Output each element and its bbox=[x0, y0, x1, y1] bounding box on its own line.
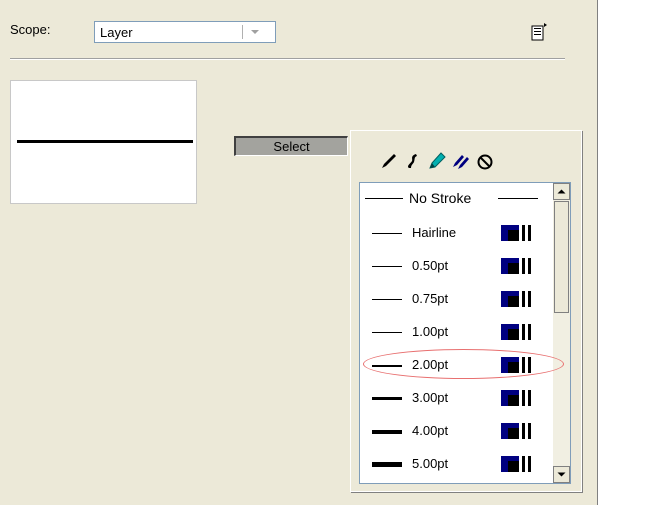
square-tag-icon bbox=[501, 423, 531, 439]
list-item-label: No Stroke bbox=[409, 190, 472, 206]
preview-stroke-line bbox=[17, 140, 193, 143]
scope-value: Layer bbox=[100, 25, 133, 40]
chevron-down-icon bbox=[557, 472, 566, 477]
square-tag-icon bbox=[501, 456, 531, 472]
list-item-label: 5.00pt bbox=[412, 456, 449, 471]
stroke-sample bbox=[372, 266, 402, 267]
panel-options-icon[interactable] bbox=[531, 22, 547, 42]
list-item[interactable]: 4.00pt bbox=[360, 415, 552, 447]
stroke-preview bbox=[10, 80, 197, 204]
list-item[interactable]: 0.75pt bbox=[360, 283, 552, 315]
scope-label: Scope: bbox=[10, 22, 51, 37]
select-button[interactable]: Select bbox=[234, 136, 348, 156]
list-item[interactable]: 5.00pt bbox=[360, 448, 552, 480]
list-item-no-stroke[interactable]: No Stroke bbox=[360, 183, 552, 215]
square-tag-icon bbox=[501, 390, 531, 406]
list-item-label: 0.75pt bbox=[412, 291, 449, 306]
selection-highlight bbox=[363, 349, 564, 379]
list-item[interactable]: 3.00pt bbox=[360, 382, 552, 414]
list-item[interactable]: 1.00pt bbox=[360, 316, 552, 348]
stroke-width-list: No Stroke Hairline 0.50pt 0.75pt 1.00pt … bbox=[359, 182, 571, 484]
list-item[interactable]: Hairline bbox=[360, 217, 552, 249]
square-tag-icon bbox=[501, 324, 531, 340]
scroll-up-button[interactable] bbox=[553, 183, 570, 200]
stroke-sample bbox=[372, 462, 402, 467]
stroke-sample bbox=[372, 332, 402, 333]
square-tag-icon bbox=[501, 258, 531, 274]
list-item-label: 1.00pt bbox=[412, 324, 449, 339]
no-stroke-icon[interactable] bbox=[475, 151, 495, 171]
list-item-label: 3.00pt bbox=[412, 390, 449, 405]
square-tag-icon bbox=[501, 225, 531, 241]
panel-edge bbox=[597, 0, 598, 505]
no-stroke-line bbox=[498, 198, 538, 199]
list-item[interactable]: 0.50pt bbox=[360, 250, 552, 282]
no-stroke-line bbox=[365, 198, 403, 199]
stroke-sample bbox=[372, 430, 402, 434]
chevron-down-icon[interactable] bbox=[251, 30, 259, 34]
divider bbox=[10, 58, 565, 60]
list-item-label: Hairline bbox=[412, 225, 457, 240]
script-pen-icon[interactable] bbox=[403, 151, 423, 171]
chevron-up-icon bbox=[557, 189, 566, 194]
scrollbar-thumb[interactable] bbox=[554, 201, 569, 313]
list-item-label: 4.00pt bbox=[412, 423, 449, 438]
square-tag-icon bbox=[501, 291, 531, 307]
pen-icon[interactable] bbox=[379, 151, 399, 171]
dropdown-separator bbox=[242, 25, 243, 39]
highlighter-icon[interactable] bbox=[427, 151, 447, 171]
list-item-label: 0.50pt bbox=[412, 258, 449, 273]
scroll-down-button[interactable] bbox=[553, 466, 570, 483]
scope-dropdown[interactable]: Layer bbox=[94, 21, 276, 43]
stroke-popup-menu: No Stroke Hairline 0.50pt 0.75pt 1.00pt … bbox=[350, 130, 582, 492]
scrollbar[interactable] bbox=[553, 183, 570, 483]
stroke-sample bbox=[372, 233, 402, 234]
stroke-sample bbox=[372, 397, 402, 400]
double-pen-icon[interactable] bbox=[451, 151, 471, 171]
stroke-sample bbox=[372, 299, 402, 300]
